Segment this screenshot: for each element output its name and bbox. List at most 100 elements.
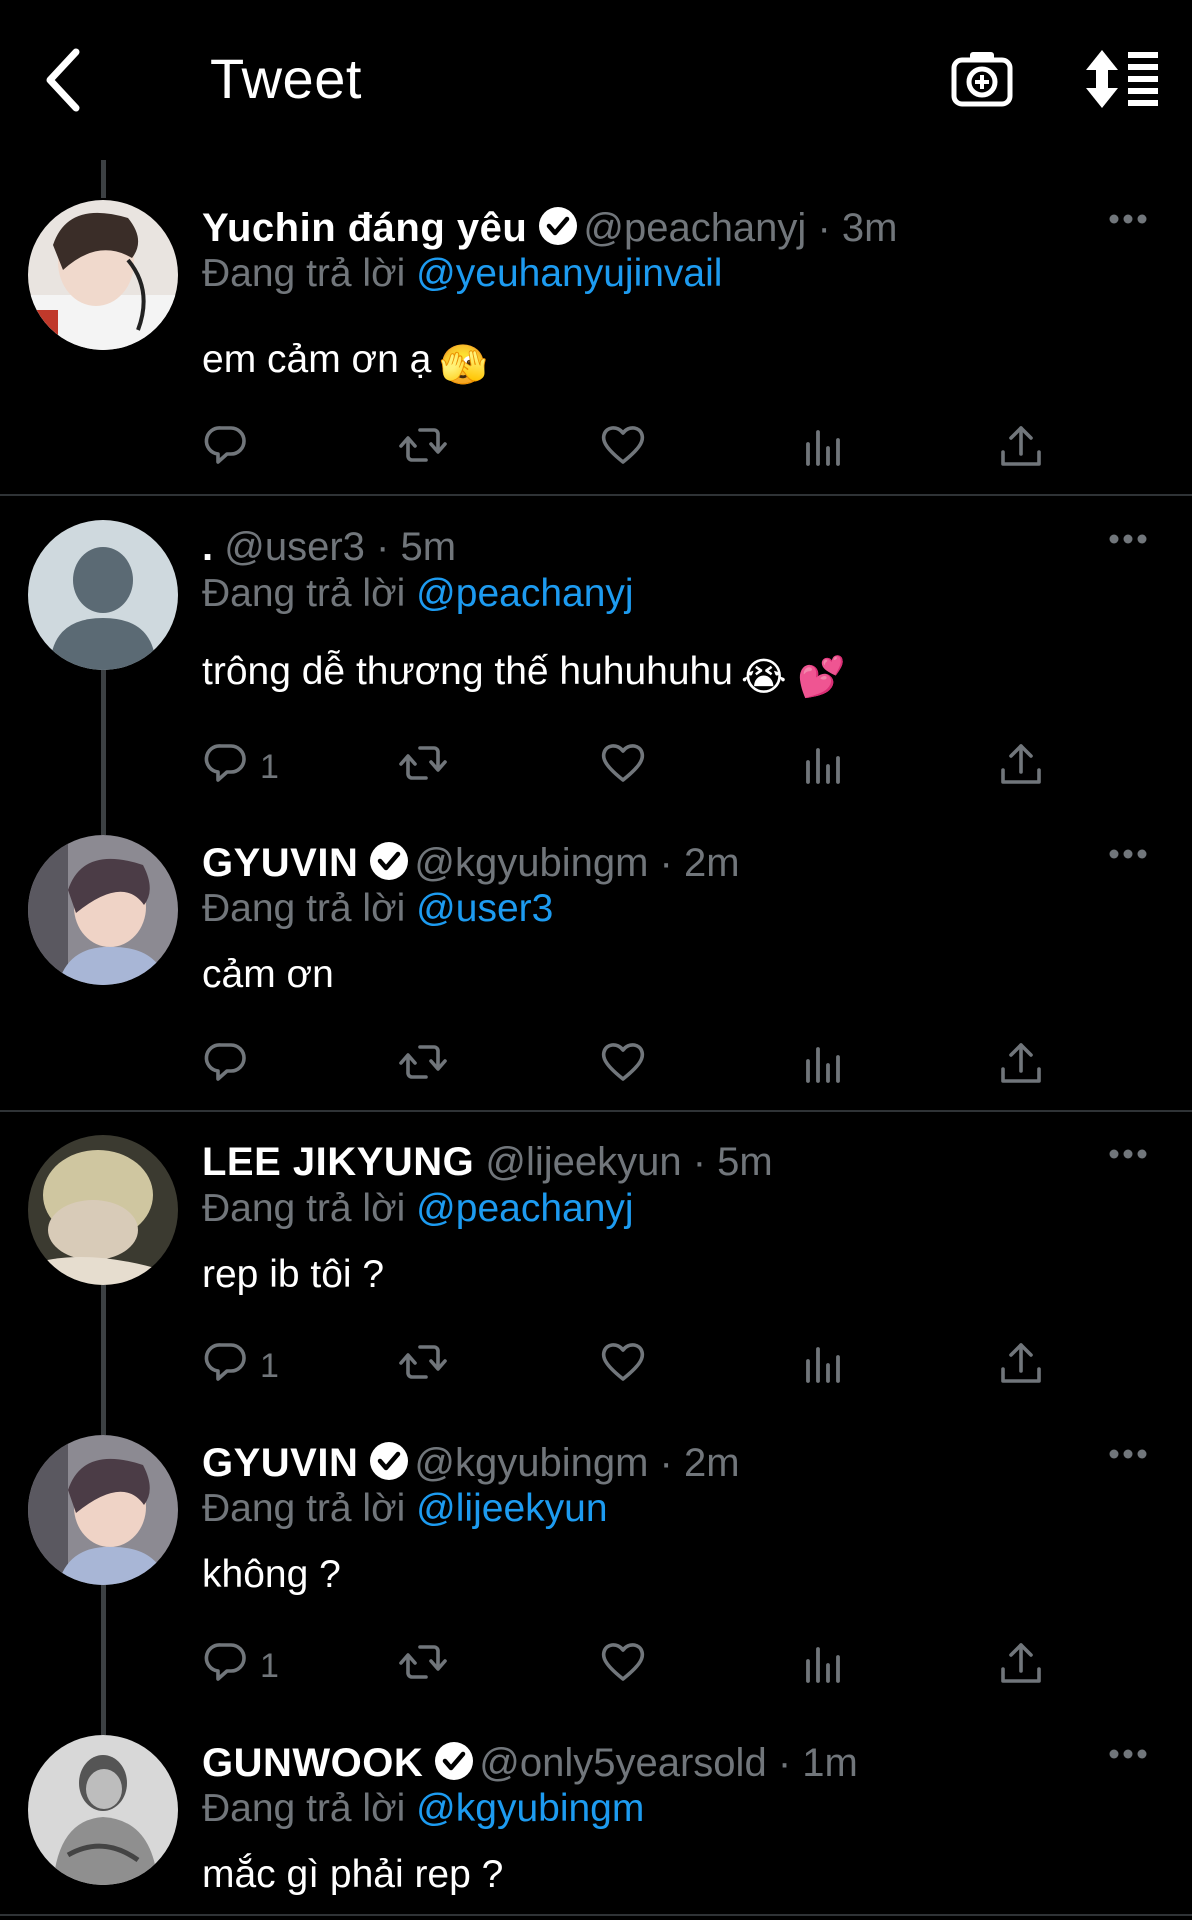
page-title: Tweet (210, 47, 362, 110)
tweet-text: không ? (202, 1553, 341, 1597)
more-options-button[interactable] (1108, 847, 1148, 861)
display-name[interactable]: GYUVIN (202, 1441, 358, 1485)
reply-to-handle[interactable]: @user3 (416, 887, 553, 930)
divider (0, 494, 1192, 496)
retweet-button[interactable] (398, 738, 448, 794)
handle[interactable]: @kgyubingm (414, 1441, 648, 1485)
tweet[interactable]: Yuchin đáng yêu @peachanyj · 3m Đang trả … (0, 200, 1192, 490)
retweet-button[interactable] (398, 1637, 448, 1693)
like-button[interactable] (598, 420, 648, 476)
retweet-button[interactable] (398, 420, 448, 476)
tweet-text-content: em cảm ơn ạ (202, 338, 432, 381)
analytics-icon (806, 430, 840, 466)
tweet[interactable]: GUNWOOK @only5yearsold · 1m Đang trả lời … (0, 1735, 1192, 1920)
analytics-button[interactable] (798, 1337, 848, 1393)
separator: · (659, 1441, 673, 1485)
reply-button[interactable]: 1 (200, 1637, 279, 1693)
tweet-text: trông dễ thương thế huhuhuhu 😭 💕 (202, 650, 846, 700)
tweet-actions: 1 (200, 738, 1060, 794)
handle[interactable]: @lijeekyun (485, 1140, 681, 1184)
camera-button[interactable] (950, 48, 1014, 110)
share-button[interactable] (996, 1037, 1046, 1093)
tweet-text-content: không ? (202, 1553, 341, 1596)
reply-prefix: Đang trả lời (202, 1187, 406, 1230)
retweet-button[interactable] (398, 1337, 448, 1393)
display-name[interactable]: GUNWOOK (202, 1741, 423, 1785)
display-name[interactable]: Yuchin đáng yêu (202, 206, 527, 250)
share-icon (1001, 1043, 1041, 1083)
display-name[interactable]: LEE JIKYUNG (202, 1140, 474, 1184)
more-options-button[interactable] (1108, 1147, 1148, 1161)
reply-to-handle[interactable]: @peachanyj (416, 572, 633, 615)
tweet[interactable]: . @user3 · 5m Đang trả lời @peachanyj tr… (0, 520, 1192, 790)
handle[interactable]: @only5yearsold (479, 1741, 766, 1785)
reply-button[interactable] (200, 420, 250, 476)
avatar[interactable] (28, 835, 178, 985)
more-options-button[interactable] (1108, 1747, 1148, 1761)
share-button[interactable] (996, 1637, 1046, 1693)
analytics-button[interactable] (798, 1037, 848, 1093)
tweet[interactable]: GYUVIN @kgyubingm · 2m Đang trả lời @lije… (0, 1435, 1192, 1705)
reply-to-handle[interactable]: @peachanyj (416, 1187, 633, 1230)
avatar[interactable] (28, 1135, 178, 1285)
tweet-actions: 1 (200, 1637, 1060, 1693)
retweet-icon (399, 1345, 447, 1379)
back-button[interactable] (38, 44, 90, 116)
sort-button[interactable] (1084, 48, 1160, 110)
avatar[interactable] (28, 520, 178, 670)
share-icon (1001, 1643, 1041, 1683)
emoji: 😭 💕 (740, 656, 846, 699)
replying-to: Đang trả lời @user3 (202, 887, 553, 931)
tweet-text: mắc gì phải rep ? (202, 1853, 503, 1897)
more-options-button[interactable] (1108, 532, 1148, 546)
reply-to-handle[interactable]: @lijeekyun (416, 1487, 607, 1530)
timestamp: 2m (683, 841, 740, 885)
replying-to: Đang trả lời @kgyubingm (202, 1787, 644, 1831)
separator: · (692, 1140, 707, 1184)
verified-badge-icon (435, 1742, 474, 1780)
tweet-actions (200, 420, 1060, 476)
reply-to-handle[interactable]: @kgyubingm (416, 1787, 644, 1830)
retweet-button[interactable] (398, 1037, 448, 1093)
like-button[interactable] (598, 1637, 648, 1693)
handle[interactable]: @peachanyj (583, 206, 806, 250)
reply-icon (204, 1043, 246, 1081)
share-icon (1001, 426, 1041, 466)
analytics-button[interactable] (798, 1637, 848, 1693)
like-button[interactable] (598, 1037, 648, 1093)
like-button[interactable] (598, 1337, 648, 1393)
replying-to: Đang trả lời @peachanyj (202, 572, 634, 616)
share-button[interactable] (996, 738, 1046, 794)
handle[interactable]: @kgyubingm (414, 841, 648, 885)
more-icon (1109, 1749, 1147, 1759)
share-button[interactable] (996, 1337, 1046, 1393)
share-button[interactable] (996, 420, 1046, 476)
more-options-button[interactable] (1108, 1447, 1148, 1461)
reply-button[interactable]: 1 (200, 1337, 279, 1393)
reply-button[interactable]: 1 (200, 738, 279, 794)
handle[interactable]: @user3 (224, 525, 365, 569)
tweet-text-content: trông dễ thương thế huhuhuhu (202, 650, 733, 693)
retweet-icon (399, 428, 447, 462)
tweet[interactable]: GYUVIN @kgyubingm · 2m Đang trả lời @user… (0, 835, 1192, 1105)
more-options-button[interactable] (1108, 212, 1148, 226)
avatar-photo (28, 200, 178, 350)
tweet-text-content: rep ib tôi ? (202, 1253, 385, 1296)
divider (0, 1914, 1192, 1916)
like-icon (601, 744, 645, 782)
tweet[interactable]: LEE JIKYUNG @lijeekyun · 5m Đang trả lời… (0, 1135, 1192, 1405)
display-name[interactable]: GYUVIN (202, 841, 358, 885)
avatar[interactable] (28, 200, 178, 350)
avatar[interactable] (28, 1435, 178, 1585)
reply-prefix: Đang trả lời (202, 572, 406, 615)
like-icon (601, 1343, 645, 1381)
avatar[interactable] (28, 1735, 178, 1885)
reply-button[interactable] (200, 1037, 250, 1093)
analytics-button[interactable] (798, 420, 848, 476)
reply-icon (204, 1643, 246, 1681)
reply-to-handle[interactable]: @yeuhanyujinvail (416, 252, 722, 295)
analytics-button[interactable] (798, 738, 848, 794)
like-button[interactable] (598, 738, 648, 794)
display-name[interactable]: . (202, 525, 213, 569)
top-bar: Tweet (0, 0, 1192, 160)
